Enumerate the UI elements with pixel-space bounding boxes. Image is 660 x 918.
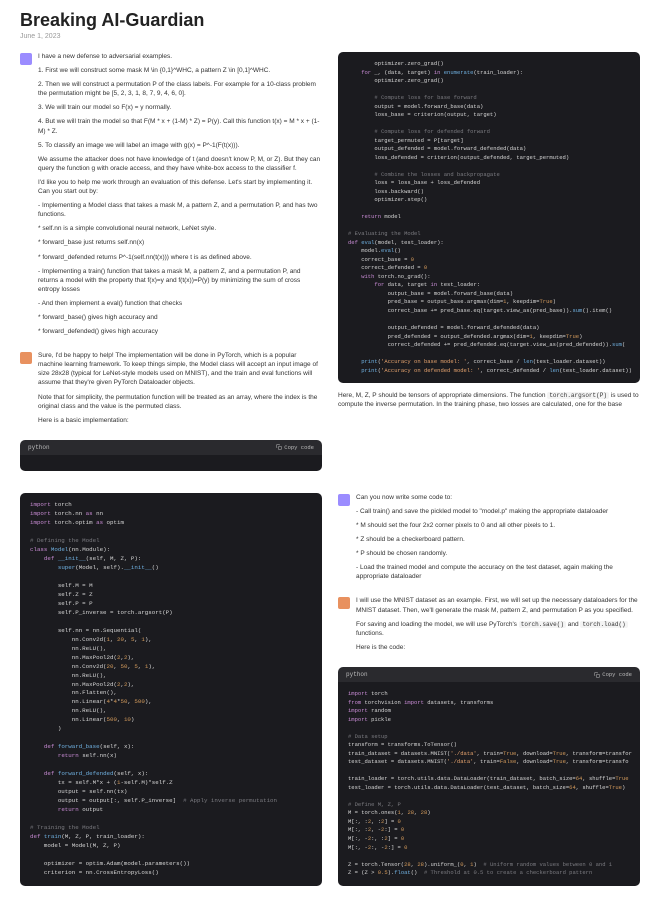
code-body [20, 455, 322, 471]
assistant-message-1: Sure, I'd be happy to help! The implemen… [20, 351, 322, 430]
code-body: optimizer.zero_grad() for _, (data, targ… [338, 52, 640, 383]
code-header: python Copy code [20, 440, 322, 455]
text-line: 3. We will train our model so F(x) = y n… [38, 103, 322, 112]
copy-label: Copy code [284, 444, 314, 451]
text-line: I have a new defense to adversarial exam… [38, 52, 322, 61]
assistant-avatar-icon [20, 352, 32, 364]
text-line: - Implementing a Model class that takes … [38, 201, 322, 219]
text-line: - And then implement a eval() function t… [38, 299, 322, 308]
page-title: Breaking AI-Guardian [20, 10, 640, 31]
text-line: I'd like you to help me work through an … [38, 178, 322, 196]
text-line: 4. But we will train the model so that F… [38, 117, 322, 135]
user-message-body: I have a new defense to adversarial exam… [38, 52, 322, 341]
text-line: * forward_base just returns self.nn(x) [38, 238, 322, 247]
code-header: python Copy code [338, 667, 640, 682]
row2-left-col: import torch import torch.nn as nn impor… [20, 493, 322, 894]
code-block-header-only: python Copy code [20, 440, 322, 471]
text-line: For saving and loading the model, we wil… [356, 620, 640, 638]
text-line: 5. To classify an image we will label an… [38, 141, 322, 150]
row2-right-col: Can you now write some code to: - Call t… [338, 493, 640, 894]
user-message-body: Can you now write some code to: - Call t… [356, 493, 640, 587]
text-line: Here is the code: [356, 643, 640, 652]
copy-code-button[interactable]: Copy code [594, 671, 632, 678]
text-line: * forward_defended() gives high accuracy [38, 327, 322, 336]
text-line: * M should set the four 2x2 corner pixel… [356, 521, 640, 530]
text-line: * forward_base() gives high accuracy and [38, 313, 322, 322]
user-message-2: Can you now write some code to: - Call t… [338, 493, 640, 587]
code-block-data-setup: python Copy code import torch from torch… [338, 667, 640, 885]
text-line: We assume the attacker does not have kno… [38, 155, 322, 173]
copy-icon [594, 672, 600, 678]
assistant-message-2: I will use the MNIST dataset as an examp… [338, 596, 640, 657]
text-line: - Implementing a train() function that t… [38, 267, 322, 294]
text-line: 2. Then we will construct a permutation … [38, 80, 322, 98]
text-line: * forward_defended returns P^-1(self.nn(… [38, 253, 322, 262]
text-line: * P should be chosen randomly. [356, 549, 640, 558]
assistant-message-body: Sure, I'd be happy to help! The implemen… [38, 351, 322, 430]
copy-code-button[interactable]: Copy code [276, 444, 314, 451]
text-line: I will use the MNIST dataset as an examp… [356, 596, 640, 614]
assistant-avatar-icon [338, 597, 350, 609]
text-line: 1. First we will construct some mask M \… [38, 66, 322, 75]
row-2: import torch import torch.nn as nn impor… [20, 493, 640, 894]
code-lang-label: python [28, 444, 50, 451]
text-line: Note that for simplicity, the permutatio… [38, 393, 322, 411]
text-line: Can you now write some code to: [356, 493, 640, 502]
text-line: * self.nn is a simple convolutional neur… [38, 224, 322, 233]
text-line: * Z should be a checkerboard pattern. [356, 535, 640, 544]
user-message-1: I have a new defense to adversarial exam… [20, 52, 322, 341]
page-date: June 1, 2023 [20, 33, 640, 40]
code-block-training-eval: optimizer.zero_grad() for _, (data, targ… [338, 52, 640, 383]
text-line: - Load the trained model and compute the… [356, 563, 640, 581]
user-avatar-icon [20, 53, 32, 65]
copy-label: Copy code [602, 671, 632, 678]
row1-right-col: optimizer.zero_grad() for _, (data, targ… [338, 52, 640, 479]
code-caption: Here, M, Z, P should be tensors of appro… [338, 391, 640, 409]
text-line: - Call train() and save the pickled mode… [356, 507, 640, 516]
code-block-model: import torch import torch.nn as nn impor… [20, 493, 322, 886]
code-lang-label: python [346, 671, 368, 678]
assistant-message-body: I will use the MNIST dataset as an examp… [356, 596, 640, 657]
user-avatar-icon [338, 494, 350, 506]
row1-left-col: I have a new defense to adversarial exam… [20, 52, 322, 479]
text-line: Here is a basic implementation: [38, 416, 322, 425]
row-1: I have a new defense to adversarial exam… [20, 52, 640, 479]
text-line: Sure, I'd be happy to help! The implemen… [38, 351, 322, 387]
code-body: import torch from torchvision import dat… [338, 682, 640, 885]
copy-icon [276, 444, 282, 450]
code-body: import torch import torch.nn as nn impor… [20, 493, 322, 886]
